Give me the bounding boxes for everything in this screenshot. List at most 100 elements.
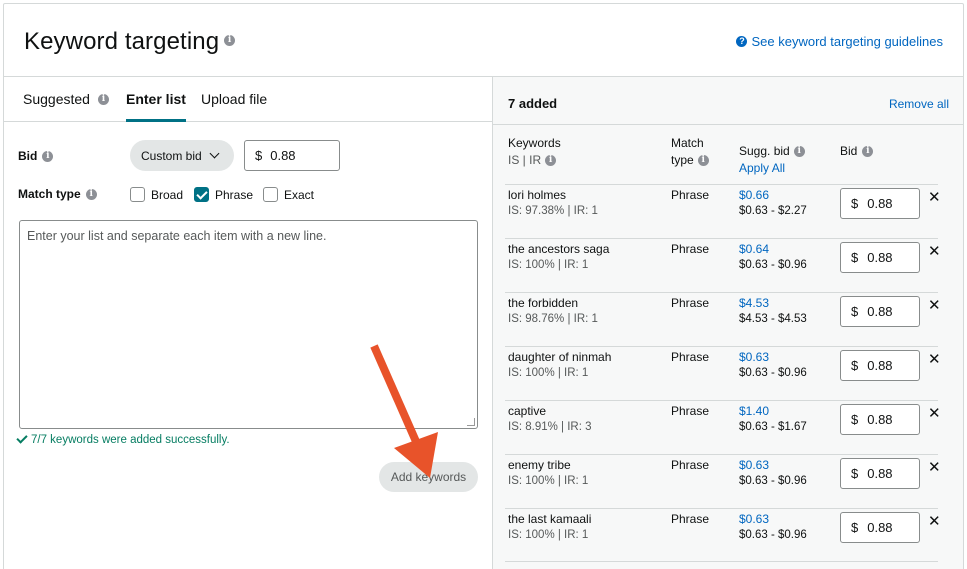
keyword-bid-input[interactable]: $0.88 [840,242,920,273]
keyword-bid-value[interactable]: 0.88 [867,304,892,319]
guidelines-link[interactable]: ? See keyword targeting guidelines [736,34,943,49]
close-icon[interactable]: ✕ [928,512,941,530]
column-bid-label: Bid [840,144,858,158]
info-icon[interactable]: i [97,93,109,105]
match-type-broad-checkbox[interactable]: Broad [130,187,183,202]
suggested-bid-link[interactable]: $1.40 [739,404,769,418]
tab-enter-list[interactable]: Enter list [126,91,186,122]
bid-type-value[interactable]: Custom bid [141,149,202,163]
match-type-exact-checkbox[interactable]: Exact [263,187,314,202]
keyword-bid-input[interactable]: $0.88 [840,458,920,489]
close-icon[interactable]: ✕ [928,350,941,368]
suggested-bid-link[interactable]: $4.53 [739,296,769,310]
suggested-bid-link[interactable]: $0.66 [739,188,769,202]
keyword-targeting-panel: Keyword targeting i ? See keyword targeti… [3,3,964,569]
currency-symbol: $ [255,148,263,163]
currency-symbol: $ [851,196,859,211]
arrow-shaft [370,344,422,448]
column-header-keywords: Keywords IS | IR i [508,135,561,169]
close-icon[interactable]: ✕ [928,296,941,314]
info-icon[interactable]: i [862,146,874,157]
info-icon[interactable]: i [793,146,805,157]
keyword-bid-value[interactable]: 0.88 [867,412,892,427]
info-icon[interactable]: i [224,35,236,47]
keyword-bid-input[interactable]: $0.88 [840,512,920,543]
currency-symbol: $ [851,304,859,319]
keyword-match-type: Phrase [671,296,710,310]
keyword-list-placeholder: Enter your list and separate each item w… [27,229,327,243]
keyword-bid-value[interactable]: 0.88 [867,196,892,211]
close-icon[interactable]: ✕ [928,458,941,476]
success-message-text: 7/7 keywords were added successfully. [31,434,230,446]
guidelines-link-text[interactable]: See keyword targeting guidelines [751,34,943,49]
info-icon[interactable]: i [85,188,97,200]
keyword-is-ir: IS: 100% | IR: 1 [508,475,589,487]
keyword-bid-input[interactable]: $0.88 [840,350,920,381]
default-bid-input[interactable]: $ 0.88 [244,140,340,171]
keyword-bid-input[interactable]: $0.88 [840,188,920,219]
suggested-bid-link[interactable]: $0.63 [739,512,769,526]
keyword-text: the forbidden [508,296,579,310]
column-header-match-type: Match type i [671,135,709,169]
match-type-label-text: Match type [18,187,81,201]
match-type-exact-label[interactable]: Exact [284,188,314,202]
remove-all-link[interactable]: Remove all [889,97,949,111]
info-icon[interactable]: i [42,150,54,162]
arrow-annotation-icon [370,344,438,478]
suggested-bid-link[interactable]: $0.63 [739,350,769,364]
keyword-bid-input[interactable]: $0.88 [840,296,920,327]
close-icon[interactable]: ✕ [928,242,941,260]
added-keywords-panel: 7 added Remove all Keywords IS | IR i Mat… [492,77,964,569]
added-keywords-table: lori holmes IS: 97.38% | IR: 1 Phrase $0… [493,184,964,562]
column-sugg-bid-label: Sugg. bid [739,144,790,158]
suggested-bid-range: $0.63 - $0.96 [739,367,807,379]
apply-all-link[interactable]: Apply All [739,160,805,177]
added-keywords-header: 7 added Remove all [493,77,964,125]
match-type-label: Match type i [18,187,97,201]
column-sugg-bid-line: Sugg. bid i [739,143,805,160]
suggested-bid-range: $4.53 - $4.53 [739,313,807,325]
match-type-broad-label[interactable]: Broad [151,188,183,202]
keyword-bid-value[interactable]: 0.88 [867,466,892,481]
checkbox-unchecked[interactable] [263,187,278,202]
chevron-down-icon [209,148,220,159]
keyword-text: the last kamaali [508,512,592,526]
page-title: Keyword targeting i [24,28,236,56]
page-title-text: Keyword targeting [24,28,220,55]
close-icon[interactable]: ✕ [928,404,941,422]
keyword-is-ir: IS: 100% | IR: 1 [508,529,589,541]
default-bid-value[interactable]: 0.88 [270,148,295,163]
check-icon [16,432,28,444]
close-icon[interactable]: ✕ [928,188,941,206]
tab-upload-file[interactable]: Upload file [201,91,267,122]
resize-handle[interactable] [467,418,475,426]
bid-label-text: Bid [18,149,38,163]
currency-symbol: $ [851,358,859,373]
keyword-match-type: Phrase [671,512,710,526]
table-row: the forbidden IS: 98.76% | IR: 1 Phrase … [505,292,941,346]
info-icon[interactable]: i [697,155,709,166]
tab-suggested[interactable]: Suggested i [23,91,109,122]
table-row: enemy tribe IS: 100% | IR: 1 Phrase $0.6… [505,454,941,508]
column-keywords-label: Keywords [508,136,561,150]
suggested-bid-link[interactable]: $0.64 [739,242,769,256]
keyword-text: captive [508,404,547,418]
keyword-is-ir: IS: 97.38% | IR: 1 [508,205,598,217]
match-type-phrase-checkbox[interactable]: Phrase [194,187,253,202]
tab-suggested-label[interactable]: Suggested [23,91,90,107]
suggested-bid-range: $0.63 - $0.96 [739,259,807,271]
keyword-match-type: Phrase [671,188,710,202]
info-icon[interactable]: i [545,155,557,166]
suggested-bid-link[interactable]: $0.63 [739,458,769,472]
keyword-is-ir: IS: 100% | IR: 1 [508,259,589,271]
tab-enter-list-label[interactable]: Enter list [126,91,186,107]
keyword-bid-value[interactable]: 0.88 [867,250,892,265]
checkbox-unchecked[interactable] [130,187,145,202]
keyword-bid-input[interactable]: $0.88 [840,404,920,435]
match-type-phrase-label[interactable]: Phrase [215,188,253,202]
checkbox-checked[interactable] [194,187,209,202]
tab-upload-file-label[interactable]: Upload file [201,91,267,107]
bid-type-dropdown[interactable]: Custom bid [130,140,234,171]
keyword-bid-value[interactable]: 0.88 [867,520,892,535]
keyword-bid-value[interactable]: 0.88 [867,358,892,373]
